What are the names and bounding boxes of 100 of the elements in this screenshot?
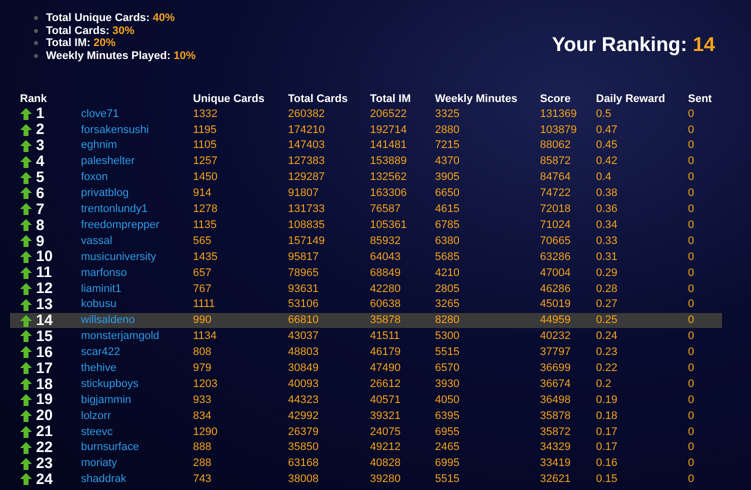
- table-cell-text: 71024: [540, 218, 572, 233]
- table-cell-text: 36498: [540, 392, 572, 408]
- table-row[interactable]: 8 freedomprepper 1135 108835 105361 6785 71024 0.34 0: [10, 217, 722, 234]
- player-name-link[interactable]: clove71: [81, 106, 193, 122]
- table-cell-text: 26379: [288, 424, 320, 440]
- player-name-link[interactable]: steevc: [81, 424, 193, 440]
- table-cell-text: 3905: [435, 170, 460, 186]
- table-cell-text: 26612: [370, 376, 402, 392]
- table-cell-text: 0: [688, 234, 696, 249]
- table-cell-text: 6785: [435, 218, 460, 233]
- table-row[interactable]: 5 foxon 1450 129287 132562 3905 84764 0.4 0: [10, 170, 722, 186]
- table-cell-text: 41511: [370, 329, 401, 344]
- table-cell-text: 38008: [288, 472, 320, 488]
- table-row[interactable]: 3 eghnim 1105 147403 141481 7215 88062 0.45 0: [10, 138, 722, 154]
- table-row[interactable]: 12 liaminit1 767 93631 42280 2805 46286 0.28 0: [10, 280, 722, 297]
- table-cell-text: 5300: [435, 329, 460, 344]
- player-name-link[interactable]: thehive: [81, 360, 193, 376]
- table-cell-text: 84764: [540, 170, 572, 186]
- table-cell-text: 0.29: [596, 266, 618, 281]
- table-cell-text: 0: [688, 202, 696, 218]
- table-cell-text: 42992: [288, 408, 320, 424]
- rank-number: 2: [36, 122, 44, 138]
- player-name-link[interactable]: lolzorr: [81, 408, 193, 424]
- table-cell-text: 32621: [540, 472, 572, 488]
- table-row[interactable]: 10 musicuniversity 1435 95817 64043 5685 63286 0.31 0: [10, 249, 722, 265]
- table-cell-text: 141481: [370, 138, 408, 154]
- table-cell-text: 0.23: [596, 345, 618, 360]
- table-cell-text: 108835: [288, 218, 326, 233]
- table-row[interactable]: 16 scar422 808 48803 46179 5515 37797 0.23 0: [10, 344, 722, 360]
- table-row[interactable]: 19 bigjammin 933 44323 40571 4050 36498 0.19 0: [10, 392, 722, 408]
- rank-number: 19: [36, 392, 53, 408]
- player-name-link[interactable]: monsterjamgold: [81, 328, 193, 345]
- table-cell-text: 0: [688, 170, 696, 186]
- table-row[interactable]: 9 vassal 565 157149 85932 6380 70665 0.33 0: [10, 233, 722, 250]
- table-row[interactable]: 24 shaddrak 743 38008 39280 5515 32621 0.15 0: [10, 471, 722, 488]
- player-name-link[interactable]: moriaty: [81, 455, 193, 472]
- table-row[interactable]: 1 clove71 1332 260382 206522 3325 131369 0.5 0: [10, 106, 722, 122]
- table-cell-text: 2880: [435, 122, 460, 138]
- player-name-link[interactable]: bigjammin: [81, 392, 193, 408]
- table-cell-text: 743: [193, 472, 212, 488]
- table-cell-text: 39321: [370, 408, 402, 424]
- column-header: Weekly Minutes: [435, 92, 518, 106]
- player-name-link[interactable]: foxon: [81, 169, 193, 186]
- player-name-link[interactable]: kobusu: [81, 296, 193, 313]
- table-cell-text: 0.33: [596, 234, 618, 249]
- table-row[interactable]: 15 monsterjamgold 1134 43037 41511 5300 40232 0.24 0: [10, 328, 722, 344]
- table-cell-text: 63286: [540, 250, 572, 265]
- table-cell-text: 35878: [370, 313, 402, 328]
- table-cell-text: 0.47: [596, 122, 618, 138]
- rank-number: 17: [36, 360, 53, 376]
- table-cell-text: 1105: [193, 138, 218, 154]
- rank-number: 11: [36, 265, 52, 280]
- table-cell-text: 24075: [370, 424, 402, 440]
- table-row[interactable]: 6 privatblog 914 91807 163306 6650 74722 0.38 0: [10, 185, 722, 202]
- table-cell-text: 657: [193, 266, 212, 281]
- player-name-link[interactable]: shaddrak: [81, 471, 193, 488]
- table-cell-text: 0: [688, 360, 696, 376]
- table-row[interactable]: 17 thehive 979 30849 47490 6570 36699 0.22 0: [10, 360, 722, 376]
- table-cell-text: 45019: [540, 297, 572, 312]
- player-name-link[interactable]: musicuniversity: [81, 248, 193, 266]
- player-name-link[interactable]: privatblog: [81, 185, 193, 202]
- table-row[interactable]: 21 steevc 1290 26379 24075 6955 35872 0.17 0: [10, 424, 722, 440]
- table-cell-text: 1435: [193, 250, 218, 265]
- player-name-link[interactable]: paleshelter: [81, 153, 193, 170]
- player-name-link[interactable]: liaminit1: [81, 280, 193, 297]
- player-name-link[interactable]: scar422: [81, 344, 193, 361]
- player-name-link[interactable]: willsaldeno: [81, 312, 193, 329]
- table-cell-text: 3265: [435, 297, 460, 312]
- table-cell-text: 0.15: [596, 472, 618, 488]
- table-row[interactable]: 20 lolzorr 834 42992 39321 6395 35878 0.18 0: [10, 408, 722, 424]
- player-name-link[interactable]: forsakensushi: [81, 122, 193, 138]
- table-cell-text: 35850: [288, 440, 320, 456]
- table-row[interactable]: 23 moriaty 288 63168 40828 6995 33419 0.16 0: [10, 456, 722, 472]
- table-cell-text: 1203: [193, 376, 218, 392]
- table-row[interactable]: 13 kobusu 1111 53106 60638 3265 45019 0.27 0: [10, 296, 722, 313]
- rank-number: 20: [36, 408, 53, 424]
- player-name-link[interactable]: burnsurface: [81, 439, 193, 456]
- table-row[interactable]: 11 marfonso 657 78965 68849 4210 47004 0.29 0: [10, 264, 722, 281]
- table-cell-text: 174210: [288, 122, 326, 138]
- player-name-link[interactable]: trentonlundy1: [81, 201, 193, 218]
- selected-table-row[interactable]: 14 willsaldeno 990 66810 35878 8280 44959 0.25 0: [10, 312, 722, 328]
- table-row[interactable]: 7 trentonlundy1 1278 131733 76587 4615 72018 0.36 0: [10, 201, 722, 218]
- player-name-link[interactable]: eghnim: [81, 137, 193, 154]
- table-cell-text: 0.5: [596, 106, 612, 122]
- player-name-link[interactable]: vassal: [81, 232, 193, 250]
- rank-number: 14: [36, 313, 53, 328]
- player-name-link[interactable]: stickupboys: [81, 376, 193, 392]
- table-cell-text: 66810: [288, 313, 320, 328]
- table-row[interactable]: 2 forsakensushi 1195 174210 192714 2880 103879 0.47 0: [10, 122, 722, 138]
- table-cell-text: 0.22: [596, 360, 618, 376]
- table-row[interactable]: 18 stickupboys 1203 40093 26612 3930 36674 0.2 0: [10, 376, 722, 392]
- table-row[interactable]: 22 burnsurface 888 35850 49212 2465 34329 0.17 0: [10, 440, 722, 456]
- player-name-link[interactable]: marfonso: [81, 264, 193, 282]
- table-cell-text: 990: [193, 313, 212, 328]
- table-cell-text: 40232: [540, 329, 572, 344]
- weight-text: Total IM: 20%: [46, 37, 116, 50]
- table-row[interactable]: 4 paleshelter 1257 127383 153889 4370 85872 0.42 0: [10, 154, 722, 170]
- player-name-link[interactable]: freedomprepper: [81, 216, 193, 234]
- table-cell-text: 0: [688, 186, 696, 202]
- table-cell-text: 1195: [193, 122, 218, 138]
